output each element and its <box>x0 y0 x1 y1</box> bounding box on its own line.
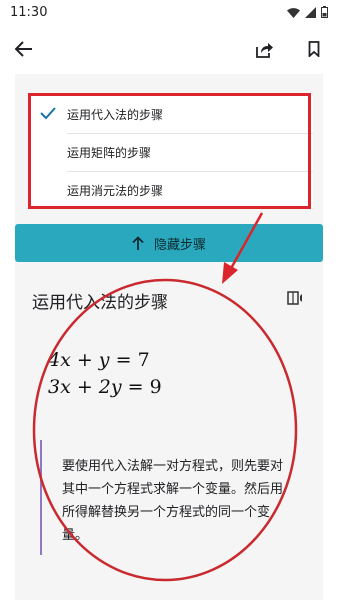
equation-lhs: 4x + y <box>48 349 110 371</box>
share-button[interactable] <box>250 35 278 63</box>
section-title: 运用代入法的步骤 <box>32 293 168 313</box>
quote-bar <box>40 440 42 555</box>
back-arrow-icon <box>15 41 32 57</box>
read-aloud-button[interactable] <box>287 290 305 309</box>
battery-icon <box>321 6 328 18</box>
equation-system: 4x + y = 7 3x + 2y = 9 <box>48 347 162 401</box>
explanation-text: 要使用代入法解一对方程式，则先要对其中一个方程式求解一个变量。然后用所得解替换另… <box>62 459 284 543</box>
status-time: 11:30 <box>10 4 48 20</box>
share-icon <box>256 42 273 58</box>
equation-rhs: 7 <box>137 349 150 371</box>
bookmark-button[interactable] <box>300 35 328 63</box>
read-aloud-icon <box>287 291 302 305</box>
hide-steps-button[interactable]: 隐藏步骤 <box>15 224 323 262</box>
signal-icon <box>305 6 316 18</box>
top-app-bar <box>0 24 338 74</box>
equation-line: 4x + y = 7 <box>48 347 162 374</box>
equation-rhs: 9 <box>149 376 162 398</box>
status-icons <box>287 6 328 18</box>
arrow-up-icon <box>132 236 144 250</box>
hide-steps-label: 隐藏步骤 <box>153 237 206 253</box>
equals-sign: = <box>127 376 150 398</box>
equals-sign: = <box>115 349 138 371</box>
toolbar-actions <box>250 35 328 63</box>
status-bar: 11:30 <box>0 0 338 24</box>
equation-line: 3x + 2y = 9 <box>48 374 162 401</box>
equation-lhs: 3x + 2y <box>48 376 122 398</box>
annotation-box <box>28 93 311 209</box>
bookmark-icon <box>308 41 320 57</box>
wifi-icon <box>287 7 300 18</box>
back-button[interactable] <box>10 35 38 63</box>
